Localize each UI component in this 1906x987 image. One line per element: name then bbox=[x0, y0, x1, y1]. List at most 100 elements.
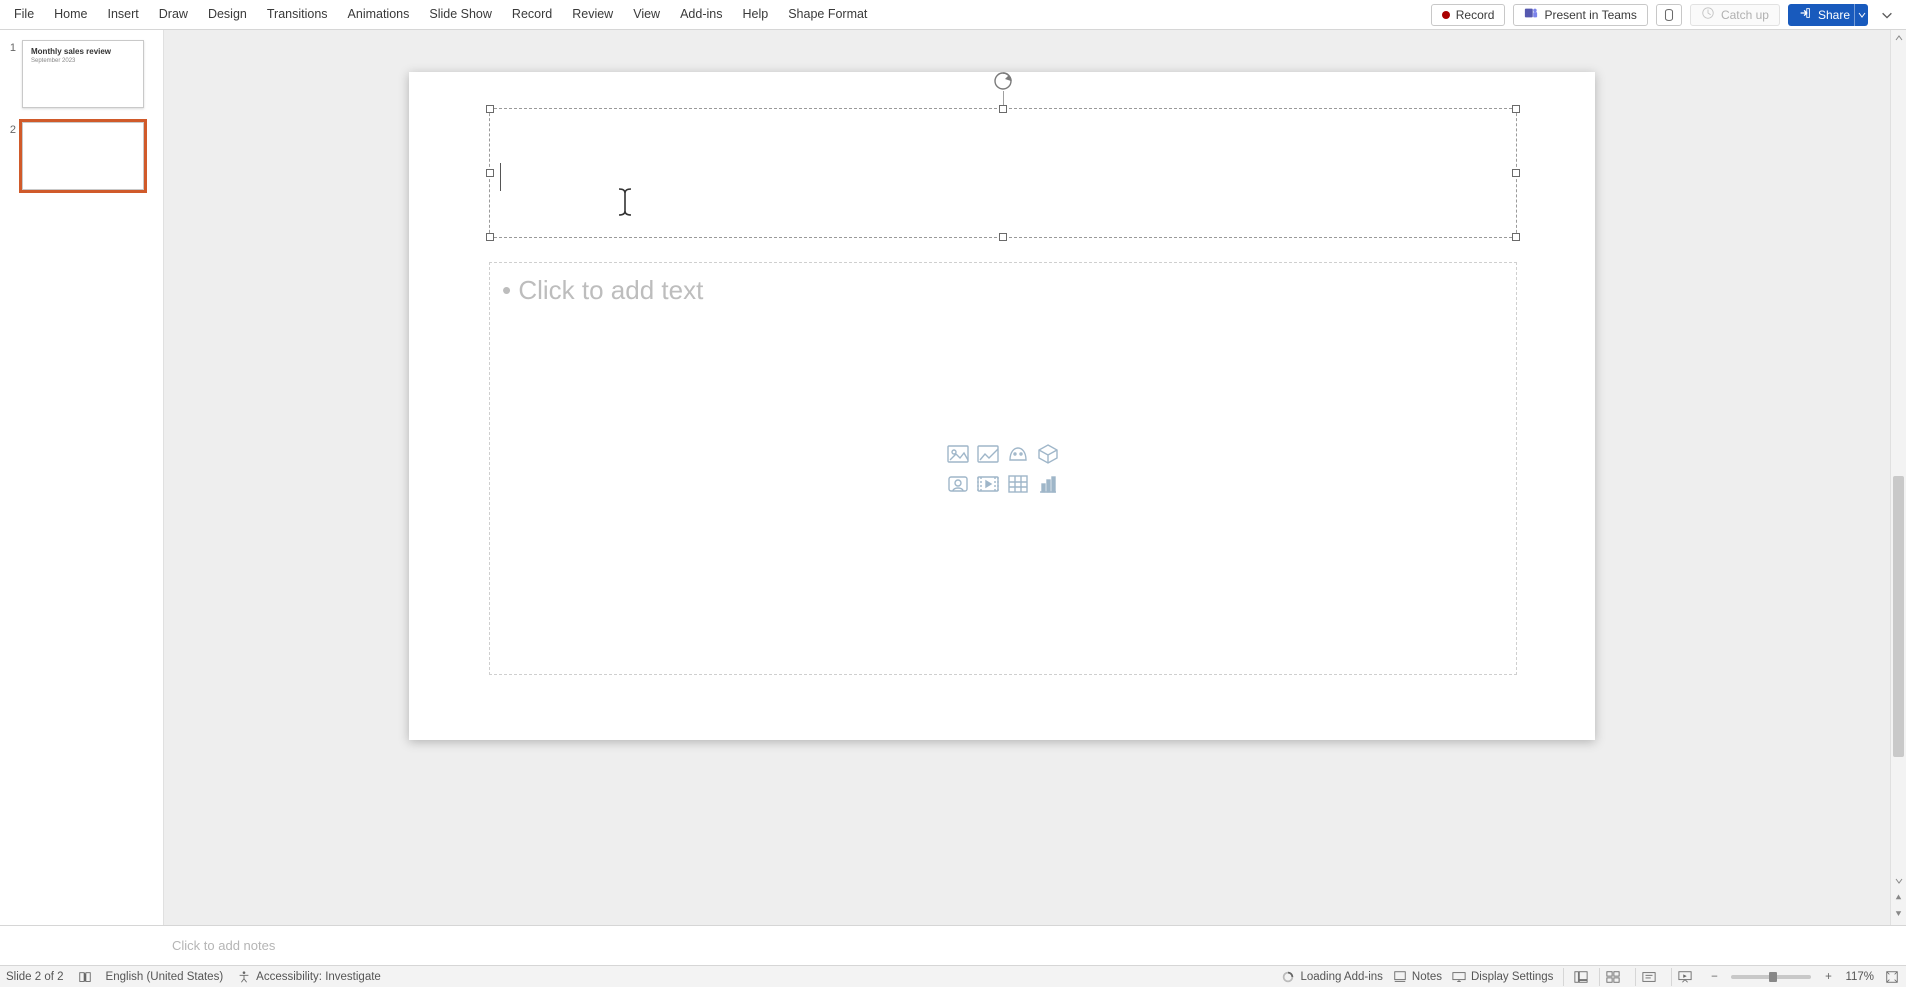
scroll-track[interactable] bbox=[1891, 46, 1906, 873]
present-in-teams-button[interactable]: Present in Teams bbox=[1513, 4, 1648, 26]
ribbon: File Home Insert Draw Design Transitions… bbox=[0, 0, 1906, 30]
slideshow-icon bbox=[1678, 970, 1692, 984]
rotate-icon bbox=[993, 71, 1013, 91]
tab-home[interactable]: Home bbox=[44, 0, 97, 29]
ribbon-right: Record Present in Teams Catch up Share bbox=[1431, 0, 1902, 29]
vertical-scrollbar[interactable]: ⯅ ⯆ bbox=[1890, 30, 1906, 925]
tab-review[interactable]: Review bbox=[562, 0, 623, 29]
rotate-handle[interactable] bbox=[993, 71, 1013, 91]
normal-view-icon bbox=[1574, 970, 1588, 984]
slide-thumbnail-2[interactable] bbox=[22, 122, 144, 190]
tab-transitions[interactable]: Transitions bbox=[257, 0, 338, 29]
scroll-down-button[interactable] bbox=[1891, 873, 1906, 889]
tab-record[interactable]: Record bbox=[502, 0, 562, 29]
slide-canvas-area[interactable]: Click to add text bbox=[164, 30, 1890, 925]
tab-shape-format[interactable]: Shape Format bbox=[778, 0, 877, 29]
editor-row: 1 Monthly sales review September 2023 2 bbox=[0, 30, 1906, 925]
share-dropdown[interactable] bbox=[1854, 4, 1868, 26]
status-accessibility[interactable]: Accessibility: Investigate bbox=[237, 970, 381, 984]
insert-video-button[interactable] bbox=[974, 470, 1002, 498]
scroll-up-button[interactable] bbox=[1891, 30, 1906, 46]
content-placeholder[interactable]: Click to add text bbox=[489, 262, 1517, 675]
thumbnail-subtitle: September 2023 bbox=[31, 58, 135, 64]
reading-view-button[interactable] bbox=[1635, 968, 1661, 986]
zoom-out-button[interactable]: − bbox=[1707, 971, 1721, 983]
slide[interactable]: Click to add text bbox=[409, 72, 1595, 740]
selection-handle[interactable] bbox=[1512, 169, 1520, 177]
tab-slide-show[interactable]: Slide Show bbox=[419, 0, 502, 29]
slide-thumbnail-1[interactable]: Monthly sales review September 2023 bbox=[22, 40, 144, 108]
share-label: Share bbox=[1818, 8, 1850, 22]
status-slide-position: Slide 2 of 2 bbox=[6, 971, 64, 983]
thumbnail-number: 2 bbox=[6, 122, 16, 190]
status-loading-addins: Loading Add-ins bbox=[1281, 970, 1382, 984]
fit-to-window-button[interactable] bbox=[1884, 969, 1900, 985]
insert-cameo-button[interactable] bbox=[944, 470, 972, 498]
selection-handle[interactable] bbox=[1512, 233, 1520, 241]
status-accessibility-label: Accessibility: Investigate bbox=[256, 971, 381, 983]
slideshow-view-button[interactable] bbox=[1671, 968, 1697, 986]
status-language[interactable]: English (United States) bbox=[106, 971, 224, 983]
record-dot-icon bbox=[1442, 11, 1450, 19]
collapse-ribbon-button[interactable] bbox=[1876, 4, 1898, 26]
selection-handle[interactable] bbox=[486, 105, 494, 113]
selection-handle[interactable] bbox=[999, 233, 1007, 241]
tab-design[interactable]: Design bbox=[198, 0, 257, 29]
accessibility-icon bbox=[237, 970, 251, 984]
book-icon bbox=[78, 970, 92, 984]
notes-toggle-button[interactable]: Notes bbox=[1393, 970, 1442, 984]
thumbnail-row-1: 1 Monthly sales review September 2023 bbox=[6, 40, 157, 108]
table-icon bbox=[1006, 472, 1030, 496]
share-button[interactable]: Share bbox=[1788, 4, 1860, 26]
display-settings-button[interactable]: Display Settings bbox=[1452, 970, 1553, 984]
selection-handle[interactable] bbox=[1512, 105, 1520, 113]
insert-picture-button[interactable] bbox=[974, 440, 1002, 468]
slide-thumbnails-panel: 1 Monthly sales review September 2023 2 bbox=[0, 30, 164, 925]
spell-check-button[interactable] bbox=[78, 970, 92, 984]
present-label: Present in Teams bbox=[1544, 8, 1637, 22]
tab-animations[interactable]: Animations bbox=[338, 0, 420, 29]
insert-table-button[interactable] bbox=[1004, 470, 1032, 498]
tab-file[interactable]: File bbox=[4, 0, 44, 29]
content-insert-icon-grid bbox=[944, 440, 1062, 498]
next-slide-button[interactable]: ⯆ bbox=[1893, 909, 1905, 921]
content-placeholder-text: Click to add text bbox=[502, 275, 703, 306]
tab-view[interactable]: View bbox=[623, 0, 670, 29]
selection-handle[interactable] bbox=[999, 105, 1007, 113]
insert-icons-button[interactable] bbox=[1004, 440, 1032, 468]
tab-add-ins[interactable]: Add-ins bbox=[670, 0, 732, 29]
slide-sorter-view-button[interactable] bbox=[1599, 968, 1625, 986]
normal-view-button[interactable] bbox=[1563, 968, 1589, 986]
previous-slide-button[interactable]: ⯅ bbox=[1893, 893, 1905, 905]
share-icon bbox=[1798, 6, 1812, 23]
insert-stock-images-button[interactable] bbox=[944, 440, 972, 468]
zoom-slider[interactable] bbox=[1731, 975, 1811, 979]
text-caret bbox=[500, 163, 501, 191]
selection-handle[interactable] bbox=[486, 169, 494, 177]
notes-placeholder: Click to add notes bbox=[172, 938, 275, 953]
picture-icon bbox=[976, 442, 1000, 466]
video-icon bbox=[976, 472, 1000, 496]
tab-help[interactable]: Help bbox=[732, 0, 778, 29]
scroll-thumb[interactable] bbox=[1893, 476, 1904, 757]
slide-sorter-icon bbox=[1606, 970, 1620, 984]
title-placeholder[interactable] bbox=[489, 108, 1517, 238]
copilot-button[interactable] bbox=[1656, 4, 1682, 26]
insert-chart-button[interactable] bbox=[1034, 470, 1062, 498]
share-split-button[interactable]: Share bbox=[1788, 4, 1868, 26]
selection-handle[interactable] bbox=[486, 233, 494, 241]
tab-insert[interactable]: Insert bbox=[98, 0, 149, 29]
zoom-in-button[interactable]: + bbox=[1821, 971, 1835, 983]
notes-pane[interactable]: Click to add notes bbox=[0, 925, 1906, 965]
display-icon bbox=[1452, 970, 1466, 984]
tab-draw[interactable]: Draw bbox=[149, 0, 198, 29]
insert-3d-models-button[interactable] bbox=[1034, 440, 1062, 468]
zoom-level-button[interactable]: 117% bbox=[1845, 971, 1874, 983]
chevron-down-icon bbox=[1894, 876, 1904, 886]
record-button[interactable]: Record bbox=[1431, 4, 1506, 26]
spinner-icon bbox=[1281, 970, 1295, 984]
ribbon-tabs: File Home Insert Draw Design Transitions… bbox=[4, 0, 877, 29]
status-loading-label: Loading Add-ins bbox=[1300, 971, 1382, 983]
zoom-slider-knob[interactable] bbox=[1769, 972, 1777, 982]
copilot-icon bbox=[1662, 8, 1676, 22]
